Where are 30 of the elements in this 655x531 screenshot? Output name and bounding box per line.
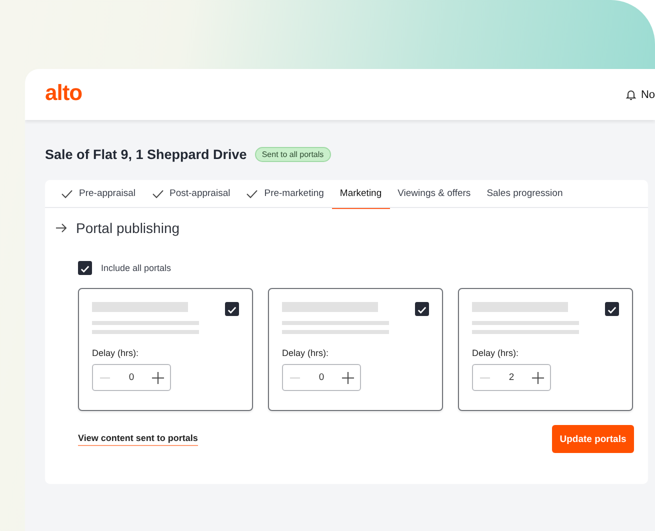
status-badge: Sent to all portals <box>254 146 331 162</box>
tab[interactable]: Marketing <box>332 180 390 208</box>
delay-stepper[interactable]: 0 <box>282 364 361 391</box>
view-content-link[interactable]: View content sent to portals <box>78 432 198 446</box>
tab[interactable]: Post-appraisal <box>144 180 238 208</box>
tab[interactable]: Sales progression <box>478 180 571 208</box>
arrow-icon <box>55 223 67 233</box>
delay-label: Delay (hrs): <box>472 348 520 358</box>
delay-label: Delay (hrs): <box>282 348 330 358</box>
plus-icon[interactable] <box>532 372 544 384</box>
plus-icon[interactable] <box>342 372 354 384</box>
delay-label: Delay (hrs): <box>92 348 140 358</box>
delay-stepper[interactable]: 2 <box>472 364 551 391</box>
plus-icon[interactable] <box>152 372 164 384</box>
checkbox[interactable] <box>78 261 92 275</box>
check-icon <box>246 188 258 199</box>
check-icon <box>61 188 73 199</box>
checkbox[interactable] <box>415 302 429 316</box>
tab[interactable]: Viewings & offers <box>390 180 479 208</box>
check-icon <box>152 188 164 199</box>
section-title: Portal publishing <box>76 220 180 236</box>
checkbox[interactable] <box>605 302 619 316</box>
delay-stepper[interactable]: 0 <box>92 364 171 391</box>
notifications-label[interactable]: No <box>640 88 655 100</box>
bell-icon[interactable] <box>624 88 637 101</box>
checkbox-label: Include all portals <box>101 263 172 273</box>
page-title: Sale of Flat 9, 1 Sheppard Drive <box>45 146 247 162</box>
tab[interactable]: Pre-appraisal <box>53 180 144 208</box>
checkbox[interactable] <box>225 302 239 316</box>
tab[interactable]: Pre-marketing <box>238 180 332 208</box>
